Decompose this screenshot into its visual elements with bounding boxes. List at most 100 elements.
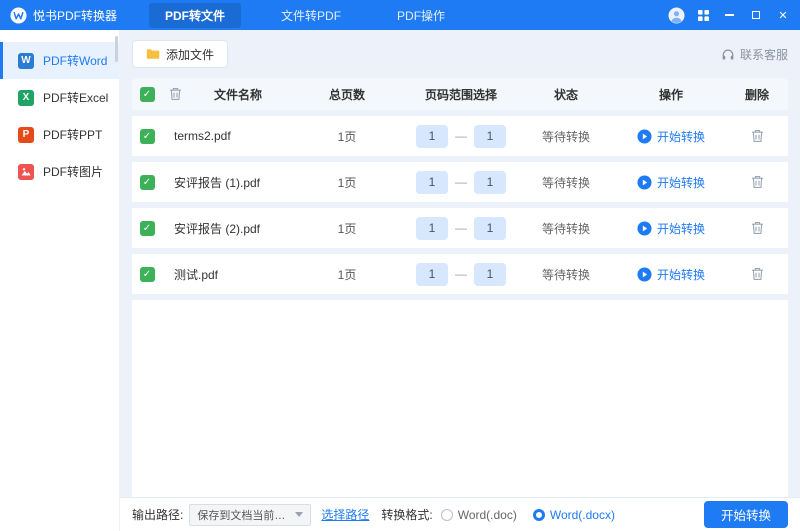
format-option-1[interactable]: Word(.doc) <box>440 507 517 522</box>
add-file-label: 添加文件 <box>166 47 215 62</box>
delete-row-icon[interactable] <box>751 175 764 189</box>
row-start-convert-button[interactable]: 开始转换 <box>616 162 726 202</box>
main-nav: PDF转文件 文件转PDF PDF操作 <box>149 2 461 28</box>
contact-support-link[interactable]: 联系客服 <box>721 46 788 63</box>
row-start-convert-button[interactable]: 开始转换 <box>616 208 726 248</box>
page-from-input[interactable] <box>416 262 448 286</box>
contact-support-label: 联系客服 <box>739 47 788 62</box>
page-range: — <box>406 208 516 248</box>
minimize-icon <box>724 14 734 16</box>
headset-icon <box>721 48 735 61</box>
output-path-select[interactable]: 保存到文档当前目录 <box>189 503 312 526</box>
row-checkbox[interactable] <box>139 266 155 282</box>
file-table: 文件名称 总页数 页码范围选择 状态 操作 删除 terms2.pdf 1页 —… <box>132 78 788 497</box>
file-name: 安评报告 (2).pdf <box>174 221 261 236</box>
table-header: 文件名称 总页数 页码范围选择 状态 操作 删除 <box>132 78 788 116</box>
main-panel: 添加文件 联系客服 文件名称 <box>120 30 800 531</box>
page-range: — <box>406 116 516 156</box>
row-start-convert-button[interactable]: 开始转换 <box>616 254 726 294</box>
sidebar: W PDF转Word X PDF转Excel P PDF转PPT PDF转图片 <box>0 30 120 531</box>
sidebar-item-4[interactable]: PDF转图片 <box>0 153 119 190</box>
start-convert-button[interactable]: 开始转换 <box>703 501 788 528</box>
col-header-action: 操作 <box>658 87 683 102</box>
range-separator: — <box>455 267 467 281</box>
status-text: 等待转换 <box>541 129 590 144</box>
col-header-range: 页码范围选择 <box>424 87 497 102</box>
col-header-delete: 删除 <box>744 87 769 102</box>
delete-row-icon[interactable] <box>751 129 764 143</box>
file-name: 安评报告 (1).pdf <box>174 175 261 190</box>
page-from-input[interactable] <box>416 170 448 194</box>
status-text: 等待转换 <box>541 221 590 236</box>
maximize-button[interactable] <box>749 8 763 22</box>
titlebar: 悦书PDF转换器 PDF转文件 文件转PDF PDF操作 ✕ <box>0 0 800 30</box>
sidebar-items: W PDF转Word X PDF转Excel P PDF转PPT PDF转图片 <box>0 42 119 190</box>
output-path-value: 保存到文档当前目录 <box>197 509 292 522</box>
bulk-delete-icon[interactable] <box>169 87 182 101</box>
page-range: — <box>406 162 516 202</box>
format-option-label: Word(.doc) <box>457 507 517 522</box>
output-path-label: 输出路径: <box>132 508 184 522</box>
nav-tab-3[interactable]: PDF操作 <box>381 3 461 28</box>
delete-row-icon[interactable] <box>751 221 764 235</box>
nav-tab-1[interactable]: PDF转文件 <box>149 2 242 28</box>
avatar[interactable] <box>668 6 685 24</box>
file-name: 测试.pdf <box>174 267 219 282</box>
sidebar-item-2[interactable]: X PDF转Excel <box>0 79 119 116</box>
choose-path-link[interactable]: 选择路径 <box>321 506 369 523</box>
row-checkbox[interactable] <box>139 174 155 190</box>
status-text: 等待转换 <box>541 267 590 282</box>
page-to-input[interactable] <box>474 124 506 148</box>
range-separator: — <box>455 175 467 189</box>
page-count: 1页 <box>337 221 357 236</box>
row-checkbox[interactable] <box>139 128 155 144</box>
row-checkbox[interactable] <box>139 220 155 236</box>
sidebar-scrollbar[interactable] <box>115 36 118 62</box>
sidebar-item-label: PDF转PPT <box>43 128 103 142</box>
titlebar-controls: ✕ <box>668 6 790 24</box>
app-logo-icon <box>10 6 27 24</box>
ppt-file-icon: P <box>18 126 34 143</box>
table-row: 安评报告 (1).pdf 1页 — 等待转换 开始转换 <box>132 162 788 208</box>
sidebar-item-1[interactable]: W PDF转Word <box>0 42 119 79</box>
minimize-button[interactable] <box>722 8 736 22</box>
play-icon <box>637 266 652 282</box>
range-separator: — <box>455 129 467 143</box>
row-start-convert-button[interactable]: 开始转换 <box>616 116 726 156</box>
radio-icon <box>440 508 453 521</box>
word-file-icon: W <box>18 52 34 69</box>
start-convert-label: 开始转换 <box>656 129 705 144</box>
sidebar-item-label: PDF转Excel <box>43 91 109 105</box>
maximize-icon <box>752 11 760 19</box>
nav-tab-2[interactable]: 文件转PDF <box>265 3 357 28</box>
sidebar-item-label: PDF转图片 <box>43 165 104 179</box>
app-title: 悦书PDF转换器 <box>33 8 118 23</box>
page-to-input[interactable] <box>474 170 506 194</box>
close-button[interactable]: ✕ <box>776 8 790 22</box>
page-to-input[interactable] <box>474 262 506 286</box>
select-all-checkbox[interactable] <box>139 86 155 102</box>
radio-icon <box>532 508 545 521</box>
apps-grid-icon[interactable] <box>698 9 709 21</box>
page-count: 1页 <box>337 175 357 190</box>
play-icon <box>637 220 652 236</box>
page-to-input[interactable] <box>474 216 506 240</box>
app-window: 悦书PDF转换器 PDF转文件 文件转PDF PDF操作 ✕ W PDF转Word … <box>0 0 800 531</box>
toolbar: 添加文件 联系客服 <box>132 40 788 68</box>
table-row: 测试.pdf 1页 — 等待转换 开始转换 <box>132 254 788 300</box>
add-file-button[interactable]: 添加文件 <box>132 40 229 68</box>
format-option-2[interactable]: Word(.docx) <box>532 508 615 522</box>
sidebar-item-3[interactable]: P PDF转PPT <box>0 116 119 153</box>
delete-row-icon[interactable] <box>751 267 764 281</box>
sidebar-item-label: PDF转Word <box>43 54 108 68</box>
folder-icon <box>146 48 160 60</box>
start-convert-label: 开始转换 <box>656 267 705 282</box>
format-label: 转换格式: <box>381 508 433 522</box>
play-icon <box>637 174 652 190</box>
col-header-pages: 总页数 <box>328 87 365 102</box>
excel-file-icon: X <box>18 89 34 106</box>
page-from-input[interactable] <box>416 124 448 148</box>
chevron-down-icon <box>295 512 304 517</box>
table-row: terms2.pdf 1页 — 等待转换 开始转换 <box>132 116 788 162</box>
page-from-input[interactable] <box>416 216 448 240</box>
